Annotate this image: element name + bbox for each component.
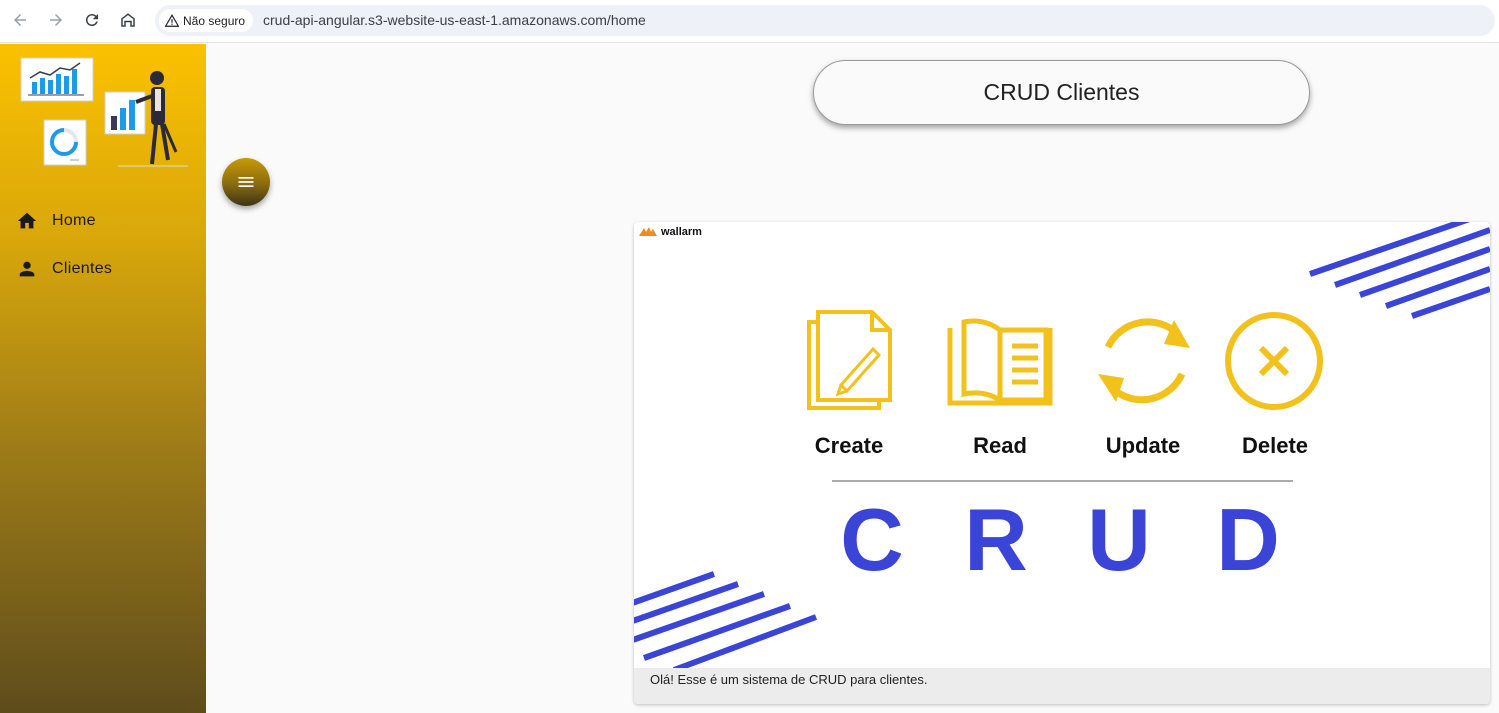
page-title: CRUD Clientes [813,60,1310,125]
crud-letter-c: C [840,490,904,589]
home-icon [17,212,37,229]
brand-logo: wallarm [639,226,702,238]
crud-card: wallarm Create Read Update Delete C R U … [634,222,1490,704]
card-caption: Olá! Esse é um sistema de CRUD para clie… [634,668,1490,704]
delete-icon [1225,312,1323,410]
read-icon [947,318,1053,406]
op-read-label: Read [973,433,1027,458]
security-label: Não seguro [183,13,246,28]
forward-icon[interactable] [44,8,68,32]
menu-toggle-button[interactable] [222,158,270,206]
address-bar[interactable]: Não seguro crud-api-angular.s3-website-u… [155,5,1495,36]
security-chip[interactable]: Não seguro [159,9,254,32]
sidebar-item-clientes[interactable]: Clientes [16,255,112,283]
brand-name: wallarm [661,226,702,238]
home-browser-icon[interactable] [116,8,140,32]
sidebar-item-label: Clientes [52,260,113,277]
dashboard-illustration [20,57,188,167]
sidebar-item-label: Home [52,212,96,229]
create-icon [807,310,892,410]
browser-toolbar: Não seguro crud-api-angular.s3-website-u… [0,0,1499,43]
crud-letter-r: R [964,490,1028,589]
sidebar: Home Clientes [0,44,206,713]
hamburger-icon [238,177,254,187]
person-icon [19,261,35,277]
warning-icon [165,13,179,27]
wallarm-logo-icon [639,227,657,236]
url-text[interactable]: crud-api-angular.s3-website-us-east-1.am… [263,12,646,28]
op-delete-label: Delete [1241,433,1309,458]
sidebar-item-home[interactable]: Home [16,207,96,235]
stripes-top-right [1309,222,1490,319]
crud-banner-image: wallarm Create Read Update Delete C R U … [634,222,1490,668]
crud-letter-d: D [1216,490,1280,589]
op-create-label: Create [814,433,884,458]
reload-icon[interactable] [80,8,104,32]
stripes-bottom-left [634,571,818,668]
crud-letter-u: U [1087,490,1151,589]
back-icon[interactable] [8,8,32,32]
op-update-label: Update [1105,433,1181,458]
